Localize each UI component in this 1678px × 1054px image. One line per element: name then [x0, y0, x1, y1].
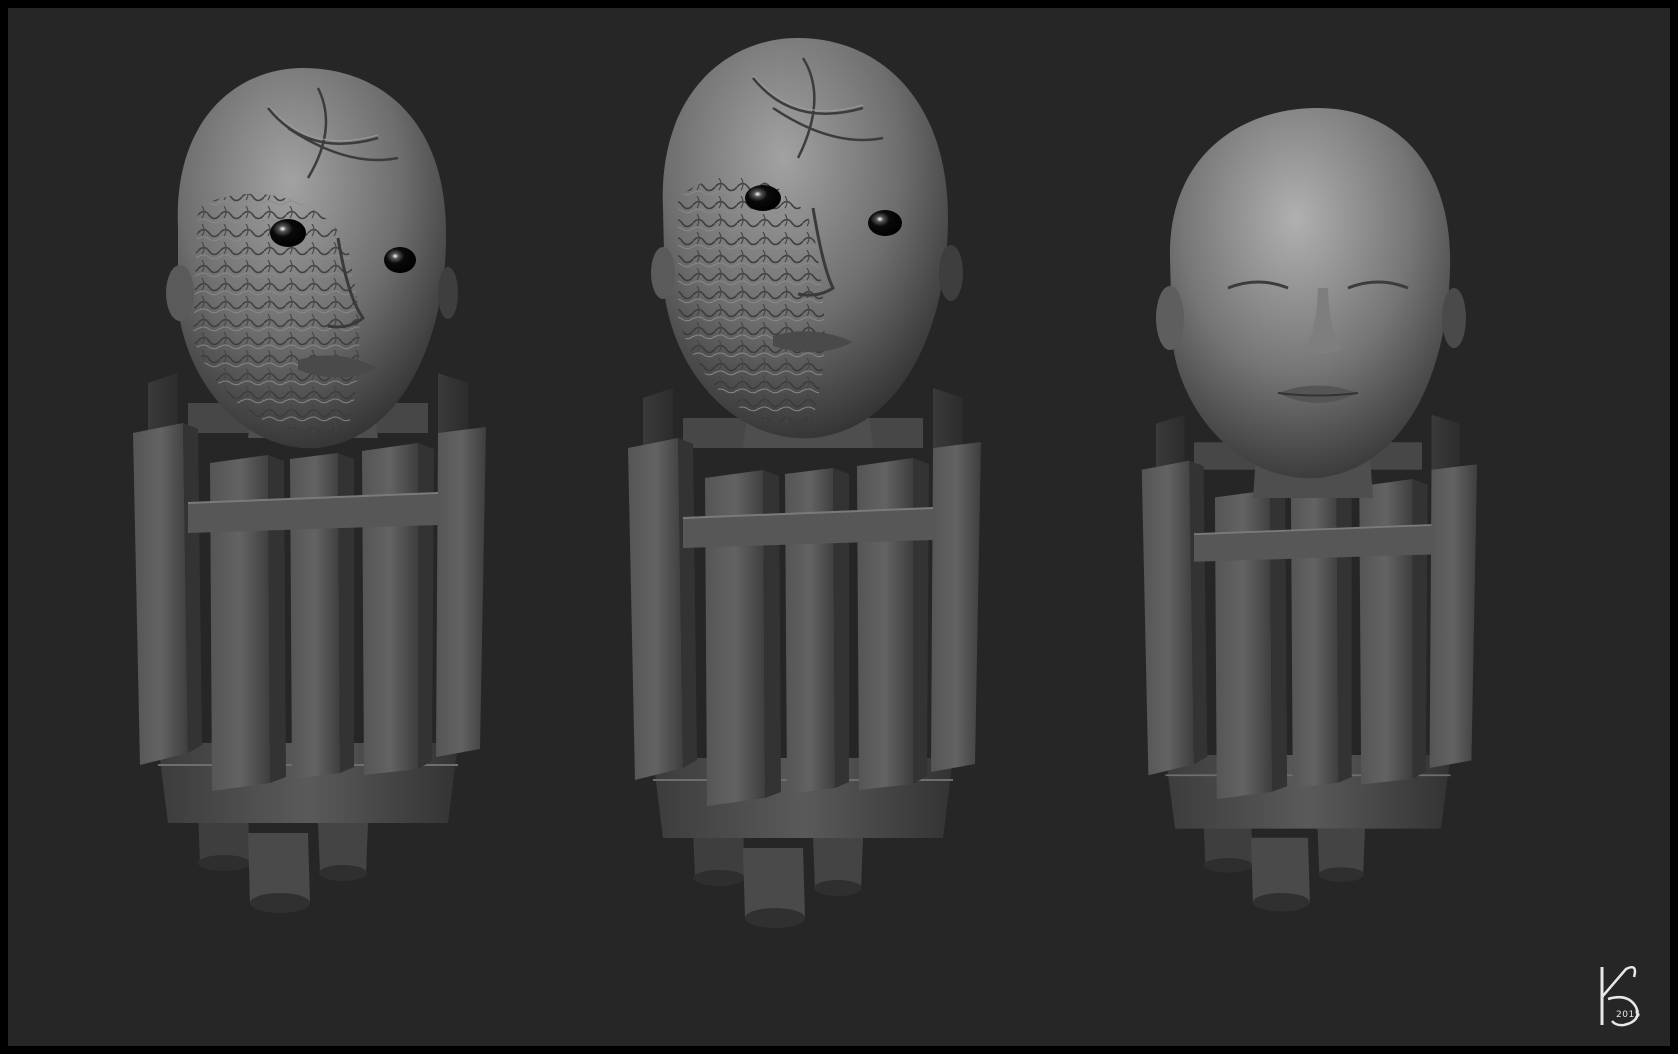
head-left	[166, 68, 458, 449]
signature-year: 2015	[1616, 1010, 1641, 1020]
head-center	[651, 38, 963, 439]
pedestal-left	[132, 372, 487, 914]
sculpt-render: 2015	[132, 38, 1641, 1027]
eye-center-a	[745, 185, 781, 211]
head-right	[1156, 108, 1466, 479]
bust-left	[132, 68, 487, 914]
bust-right	[1140, 108, 1479, 913]
eye-center-b	[868, 210, 902, 236]
eye-left-a	[270, 219, 306, 247]
bust-center	[627, 38, 982, 929]
render-viewport: 2015	[8, 8, 1670, 1046]
pedestal-center	[627, 387, 982, 929]
eye-left-b	[384, 247, 416, 273]
signature: 2015	[1600, 966, 1641, 1027]
render-frame: 2015	[0, 0, 1678, 1054]
